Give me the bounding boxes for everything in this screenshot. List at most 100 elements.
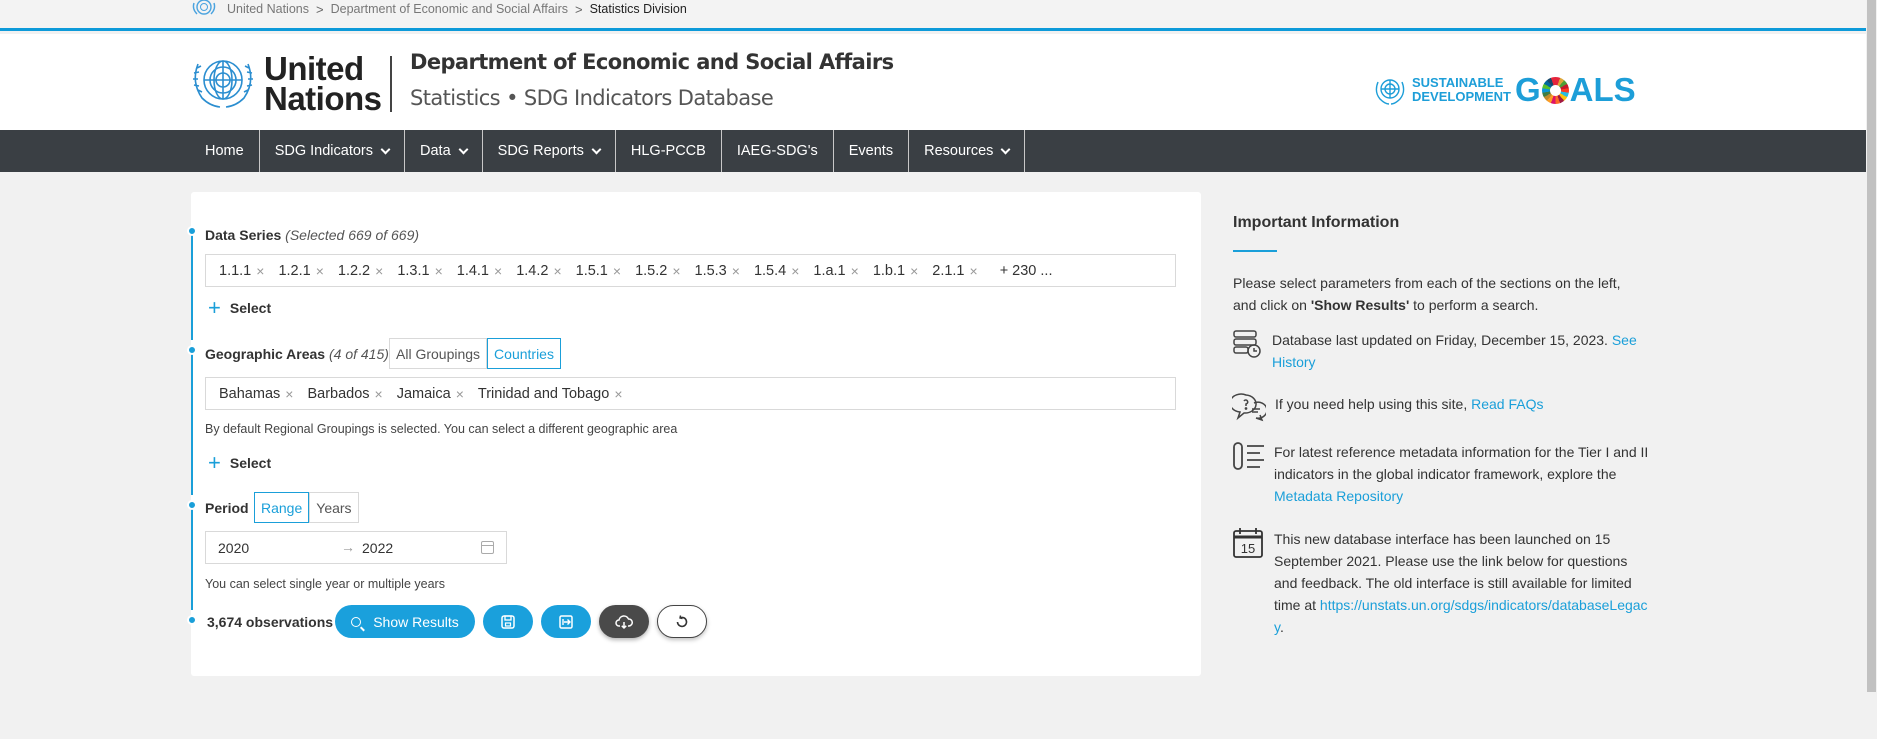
data-series-tag-label: 1.5.1 bbox=[575, 262, 608, 279]
close-icon[interactable]: × bbox=[375, 386, 383, 402]
nav-item-sdg-indicators[interactable]: SDG Indicators bbox=[260, 130, 406, 172]
close-icon[interactable]: × bbox=[375, 263, 383, 279]
info-instructions-bold: 'Show Results' bbox=[1310, 297, 1410, 313]
data-series-tag-label: 1.a.1 bbox=[813, 262, 846, 279]
plus-icon: + bbox=[208, 295, 221, 320]
un-wordmark[interactable]: United Nations bbox=[264, 52, 382, 117]
close-icon[interactable]: × bbox=[435, 263, 443, 279]
seg-all-groupings[interactable]: All Groupings bbox=[389, 338, 488, 369]
show-results-button[interactable]: Show Results bbox=[335, 605, 475, 638]
seg-countries[interactable]: Countries bbox=[487, 338, 561, 369]
nav-label: Home bbox=[205, 143, 244, 159]
breadcrumb: United Nations > Department of Economic … bbox=[191, 0, 687, 18]
breadcrumb-item-desa[interactable]: Department of Economic and Social Affair… bbox=[331, 2, 568, 16]
read-faqs-link[interactable]: Read FAQs bbox=[1471, 396, 1543, 412]
page-scrollbar-thumb[interactable] bbox=[1867, 0, 1876, 692]
nav-item-iaeg-sdgs[interactable]: IAEG-SDG's bbox=[722, 130, 834, 172]
calendar-day: 15 bbox=[1241, 541, 1255, 556]
geo-area-tag-label: Bahamas bbox=[219, 385, 281, 402]
data-series-tagbox[interactable]: 1.1.1 × 1.2.1 × 1.2.2 × 1.3.1 × 1.4.1 × 1.4.2 × 1.5.… bbox=[205, 254, 1176, 287]
close-icon[interactable]: × bbox=[851, 263, 859, 279]
period-range-picker[interactable]: 2020 → 2022 bbox=[205, 531, 507, 564]
data-series-tag-label: 1.2.1 bbox=[278, 262, 311, 279]
main-nav: Home SDG Indicators Data SDG Reports HLG… bbox=[0, 130, 1866, 172]
nav-item-resources[interactable]: Resources bbox=[909, 130, 1026, 172]
geo-areas-tagbox[interactable]: Bahamas × Barbados × Jamaica × Trinidad and To… bbox=[205, 377, 1176, 410]
geo-area-tag: Barbados × bbox=[307, 386, 382, 402]
data-series-tag: 1.2.1 × bbox=[278, 263, 323, 279]
breadcrumb-item-un[interactable]: United Nations bbox=[227, 2, 309, 16]
close-icon[interactable]: × bbox=[614, 386, 622, 402]
search-icon bbox=[351, 616, 362, 627]
geo-hint: By default Regional Groupings is selecte… bbox=[205, 422, 678, 436]
data-series-tag-label: 1.b.1 bbox=[872, 262, 906, 279]
sdg-logo[interactable]: SUSTAINABLE DEVELOPMENT G ALS bbox=[1374, 73, 1636, 106]
period-hint: You can select single year or multiple y… bbox=[205, 577, 445, 591]
data-series-count: (Selected 669 of 669) bbox=[285, 227, 420, 243]
info-last-updated: Database last updated on Friday, Decembe… bbox=[1272, 329, 1642, 373]
timeline-dot bbox=[187, 615, 197, 625]
calendar-icon[interactable] bbox=[481, 541, 494, 554]
un-wordmark-line2: Nations bbox=[264, 80, 382, 117]
data-series-title: Data Series bbox=[205, 227, 282, 243]
geo-area-tag: Bahamas × bbox=[219, 386, 293, 402]
select-label: Select bbox=[229, 455, 272, 471]
sdg-goals-word: G ALS bbox=[1515, 73, 1636, 106]
info-title-underline bbox=[1233, 250, 1277, 252]
period-from-input[interactable]: 2020 bbox=[218, 540, 249, 556]
geo-area-tag: Trinidad and Tobago × bbox=[478, 386, 623, 402]
chat-help-icon bbox=[1232, 393, 1266, 422]
seg-years[interactable]: Years bbox=[309, 492, 359, 523]
nav-item-home[interactable]: Home bbox=[190, 130, 260, 172]
close-icon[interactable]: × bbox=[672, 263, 680, 279]
nav-item-events[interactable]: Events bbox=[834, 130, 910, 172]
save-icon bbox=[501, 614, 515, 629]
data-series-tag: 1.5.2 × bbox=[635, 263, 680, 279]
timeline-line bbox=[191, 505, 193, 610]
timeline-dot bbox=[187, 345, 197, 355]
data-series-select-button[interactable]: + Select bbox=[208, 295, 271, 320]
geo-grouping-toggle: All Groupings Countries bbox=[389, 338, 561, 369]
save-query-button[interactable] bbox=[483, 605, 533, 638]
geo-select-button[interactable]: + Select bbox=[208, 452, 272, 474]
reset-button[interactable] bbox=[657, 605, 707, 638]
seg-range[interactable]: Range bbox=[254, 492, 310, 523]
nav-item-hlg-pccb[interactable]: HLG-PCCB bbox=[616, 130, 722, 172]
period-to-input[interactable]: 2022 bbox=[362, 540, 393, 556]
close-icon[interactable]: × bbox=[732, 263, 740, 279]
period-label: Period bbox=[205, 500, 249, 516]
data-series-tag: 1.5.3 × bbox=[695, 263, 740, 279]
data-series-tag: 1.b.1 × bbox=[873, 263, 918, 279]
data-series-tag-label: 1.4.1 bbox=[456, 262, 489, 279]
data-series-tag-label: 1.1.1 bbox=[219, 262, 252, 279]
geo-areas-label: Geographic Areas (4 of 415) bbox=[205, 346, 389, 362]
geo-area-tag-label: Barbados bbox=[307, 385, 370, 402]
close-icon[interactable]: × bbox=[316, 263, 324, 279]
timeline-dot bbox=[187, 500, 197, 510]
download-button[interactable] bbox=[599, 605, 649, 638]
calendar-icon: 15 bbox=[1233, 528, 1263, 558]
department-title[interactable]: Department of Economic and Social Affair… bbox=[410, 50, 894, 74]
close-icon[interactable]: × bbox=[456, 386, 464, 402]
legacy-database-link[interactable]: https://unstats.un.org/sdgs/indicators/d… bbox=[1274, 597, 1648, 635]
close-icon[interactable]: × bbox=[494, 263, 502, 279]
close-icon[interactable]: × bbox=[553, 263, 561, 279]
close-icon[interactable]: × bbox=[613, 263, 621, 279]
un-emblem-icon[interactable] bbox=[190, 52, 256, 110]
data-series-tag: 2.1.1 × bbox=[932, 263, 977, 279]
metadata-repository-link[interactable]: Metadata Repository bbox=[1274, 488, 1403, 504]
cloud-download-icon bbox=[615, 614, 633, 629]
close-icon[interactable]: × bbox=[791, 263, 799, 279]
data-series-tag-label: 1.2.2 bbox=[337, 262, 371, 279]
un-emblem-small-icon bbox=[192, 0, 216, 15]
observations-count: 3,674 observations bbox=[207, 614, 334, 630]
load-query-button[interactable] bbox=[541, 605, 591, 638]
close-icon[interactable]: × bbox=[970, 263, 978, 279]
data-series-more-tag[interactable]: + 230 ... bbox=[1000, 263, 1053, 279]
close-icon[interactable]: × bbox=[910, 263, 918, 279]
close-icon[interactable]: × bbox=[285, 386, 293, 402]
close-icon[interactable]: × bbox=[256, 263, 264, 279]
breadcrumb-separator: > bbox=[574, 1, 583, 17]
nav-item-sdg-reports[interactable]: SDG Reports bbox=[483, 130, 616, 172]
nav-item-data[interactable]: Data bbox=[405, 130, 483, 172]
